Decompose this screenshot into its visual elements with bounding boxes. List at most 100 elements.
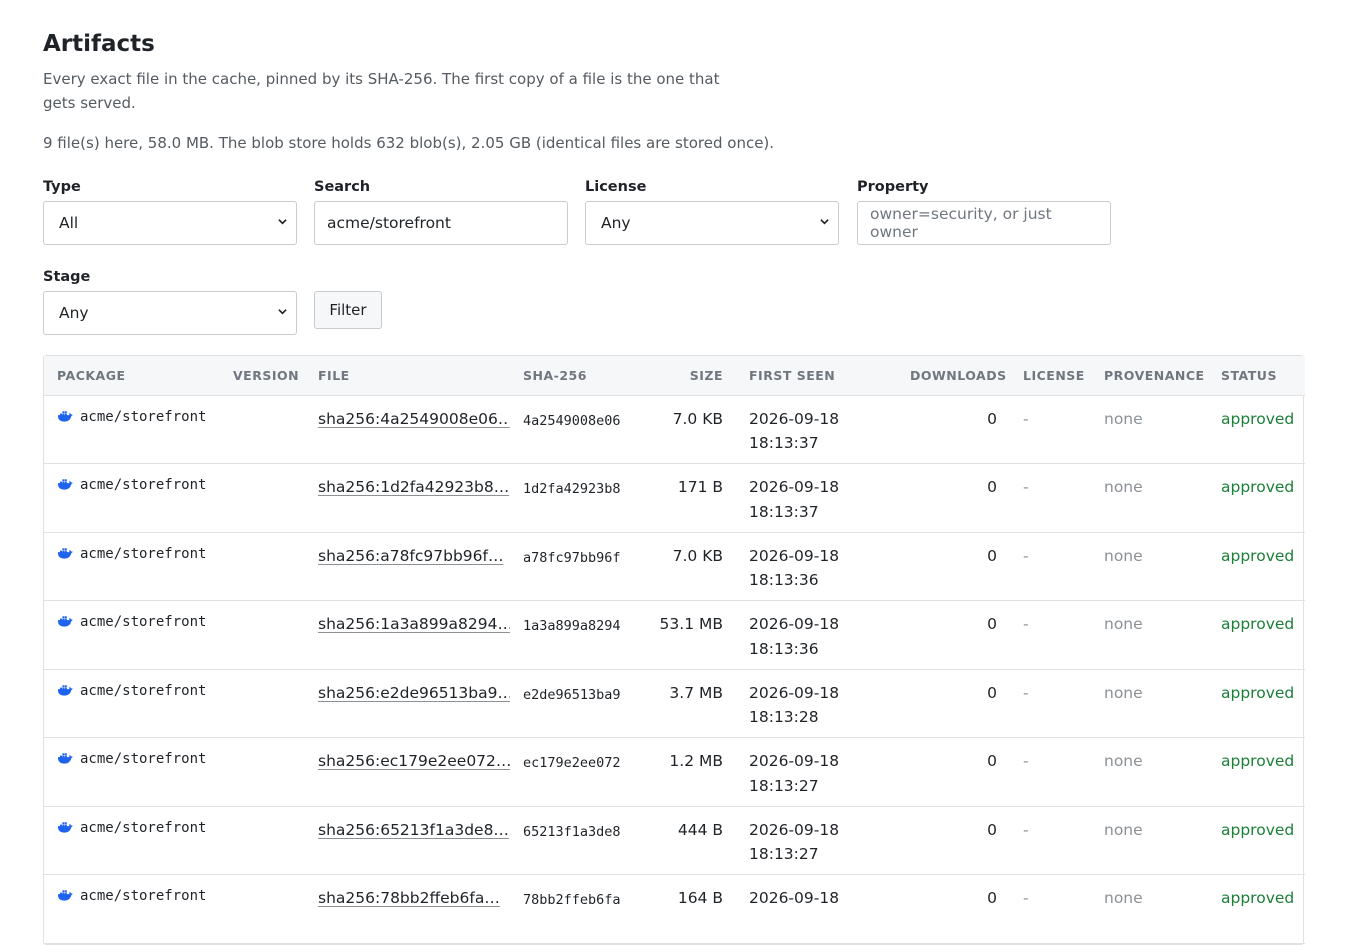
table-row: acme/storefront sha256:65213f1a3de8… 652… <box>44 806 1305 875</box>
first-seen-cell: 2026-09-18 18:13:28 <box>749 683 840 727</box>
file-link[interactable]: sha256:65213f1a3de8… <box>318 821 509 839</box>
size-cell: 164 B <box>677 889 723 907</box>
status-badge: approved <box>1221 683 1295 702</box>
package-cell: acme/storefront <box>44 806 220 875</box>
file-link[interactable]: sha256:a78fc97bb96f… <box>318 547 504 565</box>
property-field: Property owner=security, or just owner <box>857 177 1112 245</box>
chevron-down-icon <box>820 217 829 226</box>
package-name[interactable]: acme/storefront <box>80 546 206 562</box>
version-cell <box>220 395 305 464</box>
sha-cell: 65213f1a3de8 <box>523 823 621 840</box>
provenance-cell: none <box>1104 683 1143 702</box>
stage-select[interactable]: Any <box>43 291 297 335</box>
file-cell: sha256:e2de96513ba9… <box>305 669 510 738</box>
chevron-down-icon <box>278 217 287 226</box>
size-cell: 7.0 KB <box>672 409 723 428</box>
provenance-cell: none <box>1104 752 1143 770</box>
file-link[interactable]: sha256:ec179e2ee072… <box>318 752 510 770</box>
first-seen-cell: 2026-09-18 18:13:36 <box>749 615 840 658</box>
page-description: Every exact file in the cache, pinned by… <box>43 70 720 112</box>
package-name[interactable]: acme/storefront <box>80 751 206 767</box>
table-row: acme/storefront sha256:1a3a899a8294… 1a3… <box>44 601 1305 670</box>
license-cell: - <box>1023 546 1029 565</box>
downloads-cell: 0 <box>987 615 997 633</box>
status-badge: approved <box>1221 478 1295 496</box>
downloads-cell: 0 <box>987 752 997 770</box>
package-name[interactable]: acme/storefront <box>80 683 206 699</box>
license-field: License Any <box>585 177 840 245</box>
table-row: acme/storefront sha256:78bb2ffeb6fa… 78b… <box>44 875 1305 944</box>
package-name[interactable]: acme/storefront <box>80 614 206 630</box>
package-cell: acme/storefront <box>44 464 220 533</box>
col-header-provenance[interactable]: PROVENANCE <box>1091 356 1208 396</box>
col-header-size[interactable]: SIZE <box>637 356 736 396</box>
docker-icon <box>57 544 73 559</box>
file-link[interactable]: sha256:78bb2ffeb6fa… <box>318 889 500 907</box>
chevron-down-icon <box>278 307 287 316</box>
provenance-cell: none <box>1104 889 1143 907</box>
col-header-first-seen[interactable]: FIRST SEEN <box>736 356 897 396</box>
artifacts-table: PACKAGE VERSION FILE SHA-256 SIZE FIRST … <box>43 355 1305 945</box>
col-header-status[interactable]: STATUS <box>1208 356 1305 396</box>
col-header-file[interactable]: FILE <box>305 356 510 396</box>
col-header-package[interactable]: PACKAGE <box>44 356 220 396</box>
artifacts-page: Artifacts Every exact file in the cache,… <box>0 0 1346 337</box>
size-cell: 1.2 MB <box>669 752 723 770</box>
first-seen-cell: 2026-09-18 18:13:37 <box>749 409 840 453</box>
package-name[interactable]: acme/storefront <box>80 477 206 493</box>
type-field: Type All <box>43 177 298 245</box>
col-header-downloads[interactable]: DOWNLOADS <box>897 356 1010 396</box>
filter-button[interactable]: Filter <box>314 291 382 329</box>
file-link[interactable]: sha256:1a3a899a8294… <box>318 615 510 633</box>
file-link[interactable]: sha256:1d2fa42923b8… <box>318 478 509 496</box>
downloads-cell: 0 <box>987 409 997 428</box>
search-field: Search acme/storefront <box>314 177 569 245</box>
col-header-sha[interactable]: SHA-256 <box>510 356 637 396</box>
sha-cell: 1d2fa42923b8 <box>523 481 621 497</box>
version-cell <box>220 464 305 533</box>
docker-icon <box>57 886 73 901</box>
license-label: License <box>585 179 647 195</box>
package-cell: acme/storefront <box>44 532 220 601</box>
license-cell: - <box>1023 820 1029 839</box>
table-row: acme/storefront sha256:ec179e2ee072… ec1… <box>44 738 1305 807</box>
file-link[interactable]: sha256:4a2549008e06… <box>318 410 510 428</box>
type-label: Type <box>43 179 81 195</box>
col-header-license[interactable]: LICENSE <box>1010 356 1091 396</box>
status-badge: approved <box>1221 615 1295 633</box>
search-input[interactable]: acme/storefront <box>314 201 568 245</box>
docker-icon <box>57 681 73 696</box>
license-cell: - <box>1023 889 1029 907</box>
sha-cell: 4a2549008e06 <box>523 412 621 429</box>
license-cell: - <box>1023 752 1029 770</box>
col-header-version[interactable]: VERSION <box>220 356 305 396</box>
package-name[interactable]: acme/storefront <box>80 888 206 904</box>
size-cell: 3.7 MB <box>669 683 723 702</box>
file-link[interactable]: sha256:e2de96513ba9… <box>318 684 510 702</box>
package-name[interactable]: acme/storefront <box>80 820 206 836</box>
file-cell: sha256:ec179e2ee072… <box>305 738 510 807</box>
search-input-value: acme/storefront <box>327 214 451 232</box>
license-cell: - <box>1023 478 1029 496</box>
package-cell: acme/storefront <box>44 875 220 944</box>
package-name[interactable]: acme/storefront <box>80 409 206 425</box>
file-cell: sha256:4a2549008e06… <box>305 395 510 464</box>
property-input-placeholder: owner=security, or just owner <box>870 205 1052 241</box>
provenance-cell: none <box>1104 615 1143 633</box>
status-badge: approved <box>1221 546 1295 565</box>
version-cell <box>220 669 305 738</box>
license-cell: - <box>1023 615 1029 633</box>
stage-field: Stage Any <box>43 267 298 335</box>
package-cell: acme/storefront <box>44 669 220 738</box>
license-select[interactable]: Any <box>585 201 839 245</box>
stage-label: Stage <box>43 269 91 285</box>
version-cell <box>220 601 305 670</box>
docker-icon <box>57 749 73 764</box>
property-label: Property <box>857 179 929 195</box>
license-cell: - <box>1023 409 1029 428</box>
first-seen-cell: 2026-09-18 18:13:27 <box>749 752 840 795</box>
table-row: acme/storefront sha256:e2de96513ba9… e2d… <box>44 669 1305 738</box>
sha-cell: ec179e2ee072 <box>523 755 621 771</box>
type-select[interactable]: All <box>43 201 297 245</box>
property-input[interactable]: owner=security, or just owner <box>857 201 1111 245</box>
